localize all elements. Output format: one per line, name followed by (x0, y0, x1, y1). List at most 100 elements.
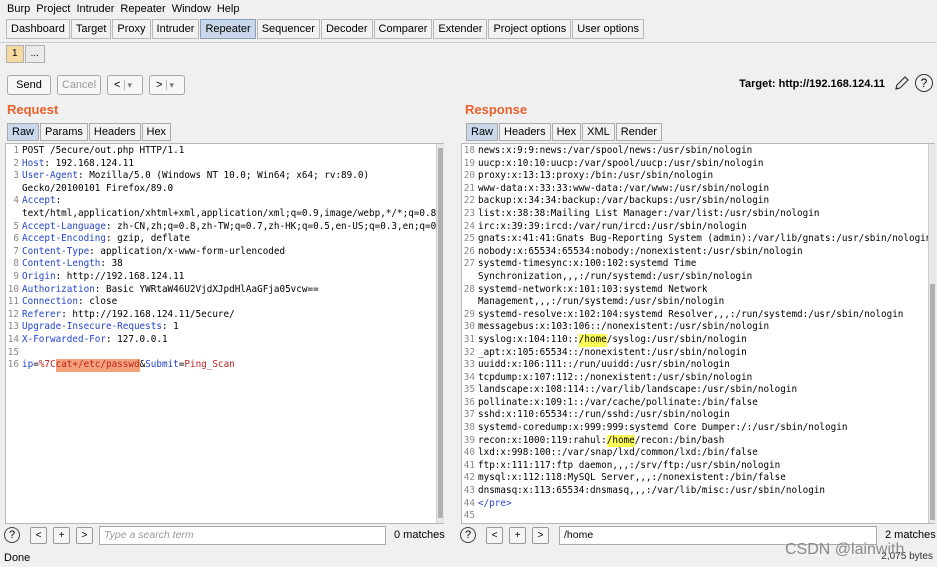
line-number: 5 (13, 220, 19, 232)
request-line: 15 (6, 347, 443, 360)
menu-repeater[interactable]: Repeater (117, 3, 168, 15)
line-text: irc:x:39:39:ircd:/var/run/ircd:/usr/sbin… (478, 220, 747, 232)
response-line: 22 backup:x:34:34:backup:/var/backups:/us… (462, 195, 934, 208)
request-scrollbar[interactable] (436, 144, 444, 523)
menu-intruder[interactable]: Intruder (74, 3, 118, 15)
send-button[interactable]: Send (7, 75, 51, 95)
line-number: 37 (463, 409, 475, 421)
line-number: 16 (7, 359, 19, 371)
request-match-count: 0 matches (394, 529, 445, 541)
response-tab-render[interactable]: Render (615, 123, 662, 141)
request-editor[interactable]: 1 POST /5ecure/out.php HTTP/1.1 2 Host: 192… (5, 143, 444, 524)
response-scrollbar[interactable] (928, 144, 936, 523)
line-text: uucp:x:10:10:uucp:/var/spool/uucp:/usr/s… (478, 157, 764, 169)
line-number: 20 (463, 170, 475, 182)
request-tab-raw[interactable]: Raw (7, 123, 40, 141)
subtab-1[interactable]: 1 (6, 45, 24, 63)
menu-project[interactable]: Project (33, 3, 73, 15)
tab-project-options[interactable]: Project options (488, 19, 572, 39)
menu-help[interactable]: Help (214, 3, 243, 15)
response-line: 23 list:x:38:38:Mailing List Manager:/var… (462, 208, 934, 221)
subtab-new[interactable]: ... (24, 45, 45, 63)
request-search-input[interactable]: Type a search term (99, 526, 386, 545)
response-line: 35 landscape:x:108:114::/var/lib/landscap… (462, 384, 934, 397)
response-line: 19 uucp:x:10:10:uucp:/var/spool/uucp:/usr… (462, 158, 934, 171)
header-separator: : (61, 308, 73, 320)
line-number: 24 (463, 220, 475, 232)
response-line: 34 tcpdump:x:107:112::/nonexistent:/usr/s… (462, 372, 934, 385)
tab-repeater[interactable]: Repeater (200, 19, 256, 39)
response-editor[interactable]: 18 news:x:9:9:news:/var/spool/news:/usr/s… (461, 143, 935, 524)
response-line: 26 nobody:x:65534:65534:nobody:/nonexiste… (462, 246, 934, 259)
history-back-button[interactable]: < ▾ (107, 75, 143, 95)
header-value: 192.168.124.11 (55, 157, 134, 169)
line-number: 44 (463, 497, 475, 509)
line-number: 29 (463, 308, 475, 320)
request-line: 7 Content-Type: application/x-www-form-ur… (6, 246, 443, 259)
request-line: text/html,application/xhtml+xml,applicat… (6, 208, 443, 221)
tab-dashboard[interactable]: Dashboard (6, 19, 70, 39)
repeater-subtabs: 1 ... (0, 42, 937, 65)
response-tab-hex[interactable]: Hex (551, 123, 582, 141)
line-text: landscape:x:108:114::/var/lib/landscape:… (478, 384, 798, 396)
menu-window[interactable]: Window (169, 3, 214, 15)
search-add-button[interactable]: + (53, 527, 70, 544)
line-number: 43 (463, 485, 475, 497)
request-line: 11 Connection: close (6, 296, 443, 309)
tab-decoder[interactable]: Decoder (320, 19, 373, 39)
response-line: 31 syslog:x:104:110::/home/syslog:/usr/sb… (462, 333, 934, 347)
line-number: 40 (463, 447, 475, 459)
request-tab-headers[interactable]: Headers (88, 123, 141, 141)
param-name: Submit (145, 359, 179, 371)
line-number: 6 (13, 233, 19, 245)
search-next-button[interactable]: > (532, 527, 549, 544)
search-add-button[interactable]: + (509, 527, 526, 544)
header-separator: : (55, 195, 62, 207)
edit-target-pencil-icon[interactable] (893, 74, 911, 92)
header-value: 1 (173, 321, 179, 333)
search-next-button[interactable]: > (76, 527, 93, 544)
header-value: text/html,application/xhtml+xml,applicat… (22, 207, 437, 219)
line-text: /recon:/bin/bash (634, 434, 725, 446)
tab-intruder[interactable]: Intruder (151, 19, 200, 39)
request-scrollbar-thumb[interactable] (438, 148, 443, 518)
response-scrollbar-thumb[interactable] (930, 284, 935, 520)
main-tabs: Dashboard Target Proxy Intruder Repeater Sequ… (0, 19, 645, 40)
header-name: X-Forwarded-For (22, 333, 106, 345)
line-text: proxy:x:13:13:proxy:/bin:/usr/sbin/nolog… (478, 170, 714, 182)
help-icon[interactable]: ? (4, 527, 20, 543)
request-tab-hex[interactable]: Hex (141, 123, 172, 141)
cancel-button[interactable]: Cancel (57, 75, 101, 95)
history-forward-button[interactable]: > ▾ (149, 75, 185, 95)
tab-comparer[interactable]: Comparer (373, 19, 433, 39)
html-tag: </pre> (478, 497, 512, 509)
response-line: 42 mysql:x:112:118:MySQL Server,,,:/nonex… (462, 472, 934, 485)
response-line: 20 proxy:x:13:13:proxy:/bin:/usr/sbin/nol… (462, 170, 934, 183)
response-tab-xml[interactable]: XML (582, 123, 615, 141)
line-text: Synchronization,,,:/run/systemd:/usr/sbi… (478, 270, 753, 282)
tab-extender[interactable]: Extender (433, 19, 488, 39)
search-prev-button[interactable]: < (486, 527, 503, 544)
tab-target[interactable]: Target (70, 19, 112, 39)
header-separator: : (161, 321, 174, 333)
response-line: 25 gnats:x:41:41:Gnats Bug-Reporting Syst… (462, 233, 934, 246)
selected-payload[interactable]: cat+/etc/passwd (55, 359, 140, 372)
tab-proxy[interactable]: Proxy (112, 19, 151, 39)
tab-sequencer[interactable]: Sequencer (256, 19, 320, 39)
search-highlight: /home (606, 434, 635, 448)
line-text: systemd-timesync:x:100:102:systemd Time (478, 258, 697, 270)
request-line: 9 Origin: http://192.168.124.11 (6, 271, 443, 284)
tab-user-options[interactable]: User options (572, 19, 644, 39)
request-tab-params[interactable]: Params (40, 123, 88, 141)
line-number: 27 (463, 258, 475, 270)
header-value: zh-CN,zh;q=0.8,zh-TW;q=0.7,zh-HK;q=0.5,e… (117, 220, 444, 232)
line-text: mysql:x:112:118:MySQL Server,,,:/nonexis… (478, 472, 786, 484)
line-text: Management,,,:/run/systemd:/usr/sbin/nol… (478, 296, 725, 308)
help-icon[interactable]: ? (460, 527, 476, 543)
search-prev-button[interactable]: < (30, 527, 47, 544)
response-tab-raw[interactable]: Raw (466, 123, 499, 141)
line-number: 35 (463, 384, 475, 396)
help-icon[interactable]: ? (915, 74, 933, 92)
menu-burp[interactable]: Burp (4, 3, 33, 15)
response-tab-headers[interactable]: Headers (499, 123, 551, 141)
